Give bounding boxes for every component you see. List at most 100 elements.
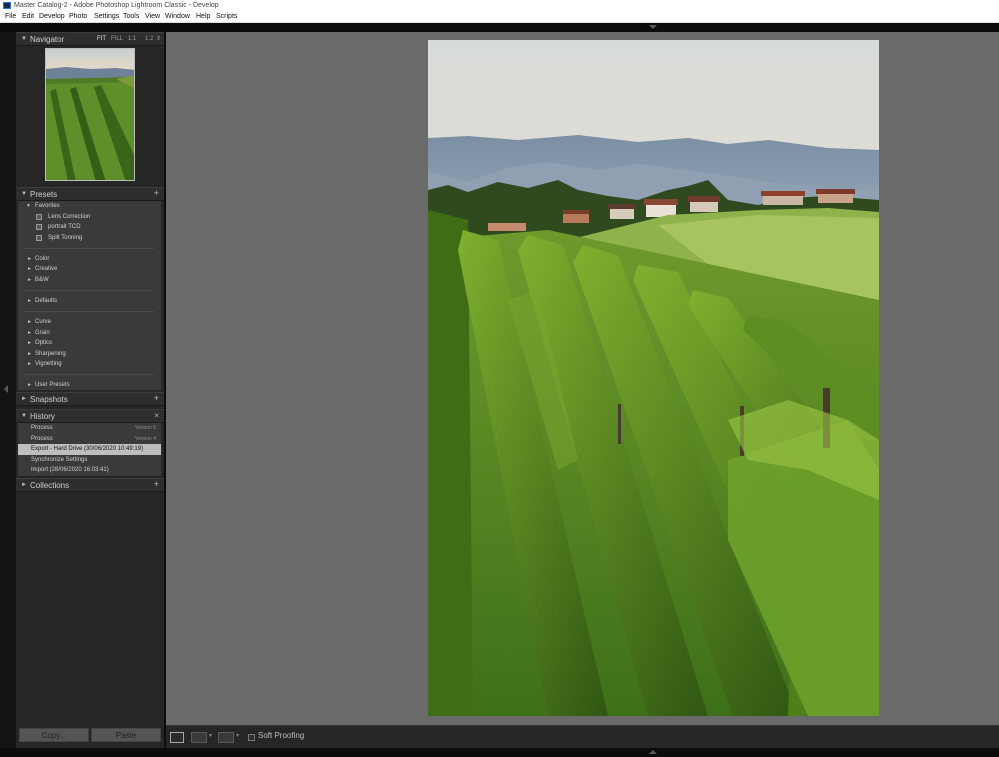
history-header[interactable]: ▼ History × [16,409,164,423]
navigator-header[interactable]: ▼ Navigator FIT FILL 1:1 1:2 ⇕ [16,32,164,46]
history-item[interactable]: Process Version 4 [18,433,161,444]
preset-label: Lens Correction [48,214,91,220]
soft-proofing-checkbox[interactable] [248,734,255,741]
divider [24,374,154,375]
menu-view[interactable]: View [145,11,160,23]
chevron-down-icon[interactable]: ▾ [236,732,239,739]
preset-folder-label: Vignetting [35,361,62,367]
preset-folder-label: Curve [35,319,52,325]
vineyard-photo[interactable] [428,40,879,716]
history-item[interactable]: Process Version 5 [18,423,161,434]
triangle-right-icon: ► [21,396,27,402]
history-item-label: Process [31,425,53,431]
preset-folder-label: B&W [35,277,49,283]
navigator-thumbnail[interactable] [45,48,135,181]
menu-photo[interactable]: Photo [69,11,87,23]
snapshots-header[interactable]: ► Snapshots + [16,392,164,406]
zoom-fill[interactable]: FILL [111,33,123,46]
clear-history-icon[interactable]: × [154,409,159,422]
zoom-1-2[interactable]: 1:2 [145,33,153,46]
lightroom-app-icon [3,2,11,9]
soft-proofing-label: Soft Proofing [258,731,305,740]
history-item[interactable]: Import (28/06/2020 16:03:41) [18,465,161,476]
paste-button[interactable]: Paste [91,728,161,742]
navigator-title: Navigator [30,35,65,44]
triangle-right-icon: ► [27,382,32,388]
presets-list: ▼ Favorites Lens Correction portrait TCD… [18,201,161,390]
history-item-label: Synchronize Settings [31,456,88,463]
menu-edit[interactable]: Edit [22,11,34,23]
preset-folder-label: Optics [35,340,53,346]
menu-scripts[interactable]: Scripts [216,11,237,23]
triangle-right-icon: ► [27,319,32,325]
history-title: History [30,412,55,421]
history-item-version: Version 5 [135,425,156,431]
window-titlebar: Master Catalog-2 - Adobe Photoshop Light… [0,0,999,11]
copy-button[interactable]: Copy... [19,728,89,742]
preset-icon [36,224,42,230]
menu-bar: File Edit Develop Photo Settings Tools V… [0,11,999,23]
triangle-down-icon: ▼ [26,203,31,209]
history-item[interactable]: Synchronize Settings [18,454,161,465]
history-list: Process Version 5 Process Version 4 Expo… [18,423,161,476]
triangle-right-icon: ► [27,256,32,262]
copy-paste-bar: Copy... Paste [16,724,164,748]
collections-title: Collections [30,481,70,490]
divider [24,290,154,291]
triangle-right-icon: ► [27,277,32,283]
chevron-down-icon[interactable]: ▾ [209,732,212,739]
left-panel-strip [0,32,16,748]
presets-header[interactable]: ▼ Presets + [16,187,164,201]
triangle-right-icon: ► [27,266,32,272]
history-item-label: Process [31,435,53,442]
preset-label: Split Tonning [48,235,83,241]
triangle-down-icon: ▼ [21,413,27,419]
show-top-panel-icon[interactable] [649,25,657,29]
triangle-right-icon: ► [21,482,27,488]
menu-window[interactable]: Window [165,11,190,23]
snapshots-title: Snapshots [30,395,68,404]
menu-help[interactable]: Help [196,11,210,23]
top-panel-strip [0,23,999,32]
triangle-right-icon: ► [27,351,32,357]
loupe-view-icon[interactable] [170,732,184,743]
menu-develop[interactable]: Develop [39,11,65,23]
triangle-right-icon: ► [27,340,32,346]
zoom-dropdown-icon[interactable]: ⇕ [156,33,161,46]
history-item-version: Version 4 [135,435,156,442]
before-after-swap-icon[interactable] [218,732,234,743]
zoom-fit[interactable]: FIT [97,33,106,46]
menu-settings[interactable]: Settings [94,11,119,23]
divider [24,311,154,312]
develop-canvas[interactable] [166,32,999,725]
history-item-selected[interactable]: Export - Hard Drive (30/06/2020 10:49:19… [18,444,161,455]
menu-tools[interactable]: Tools [123,11,139,23]
preset-folder-label: Grain [35,330,50,336]
preset-icon [36,214,42,220]
presets-title: Presets [30,190,58,199]
triangle-right-icon: ► [27,330,32,336]
preset-folder-label: Sharpening [35,351,66,357]
zoom-1-1[interactable]: 1:1 [128,33,136,46]
show-filmstrip-icon[interactable] [649,750,657,754]
preset-folder-label: User Presets [35,382,70,388]
history-item-label: Import (28/06/2020 16:03:41) [31,467,109,473]
triangle-down-icon: ▼ [21,36,27,42]
add-snapshot-icon[interactable]: + [154,392,159,405]
triangle-right-icon: ► [27,361,32,367]
preset-folder-label: Defaults [35,298,58,304]
bottom-toolbar: ▾ ▾ Soft Proofing [166,725,999,748]
window-title: Master Catalog-2 - Adobe Photoshop Light… [14,2,219,9]
left-panel: ▼ Navigator FIT FILL 1:1 1:2 ⇕ ▼ Presets… [16,32,164,748]
add-collection-icon[interactable]: + [154,478,159,491]
preset-folder-label: Color [35,256,50,262]
menu-file[interactable]: File [5,11,16,23]
preset-icon [36,235,42,241]
collections-header[interactable]: ► Collections + [16,478,164,492]
before-after-icon[interactable] [191,732,207,743]
triangle-right-icon: ► [27,298,32,304]
navigator-preview-area [16,46,164,190]
hide-left-panel-icon[interactable] [4,385,8,393]
add-preset-icon[interactable]: + [154,187,159,200]
history-item-label: Export - Hard Drive (30/06/2020 10:49:19… [31,446,144,452]
